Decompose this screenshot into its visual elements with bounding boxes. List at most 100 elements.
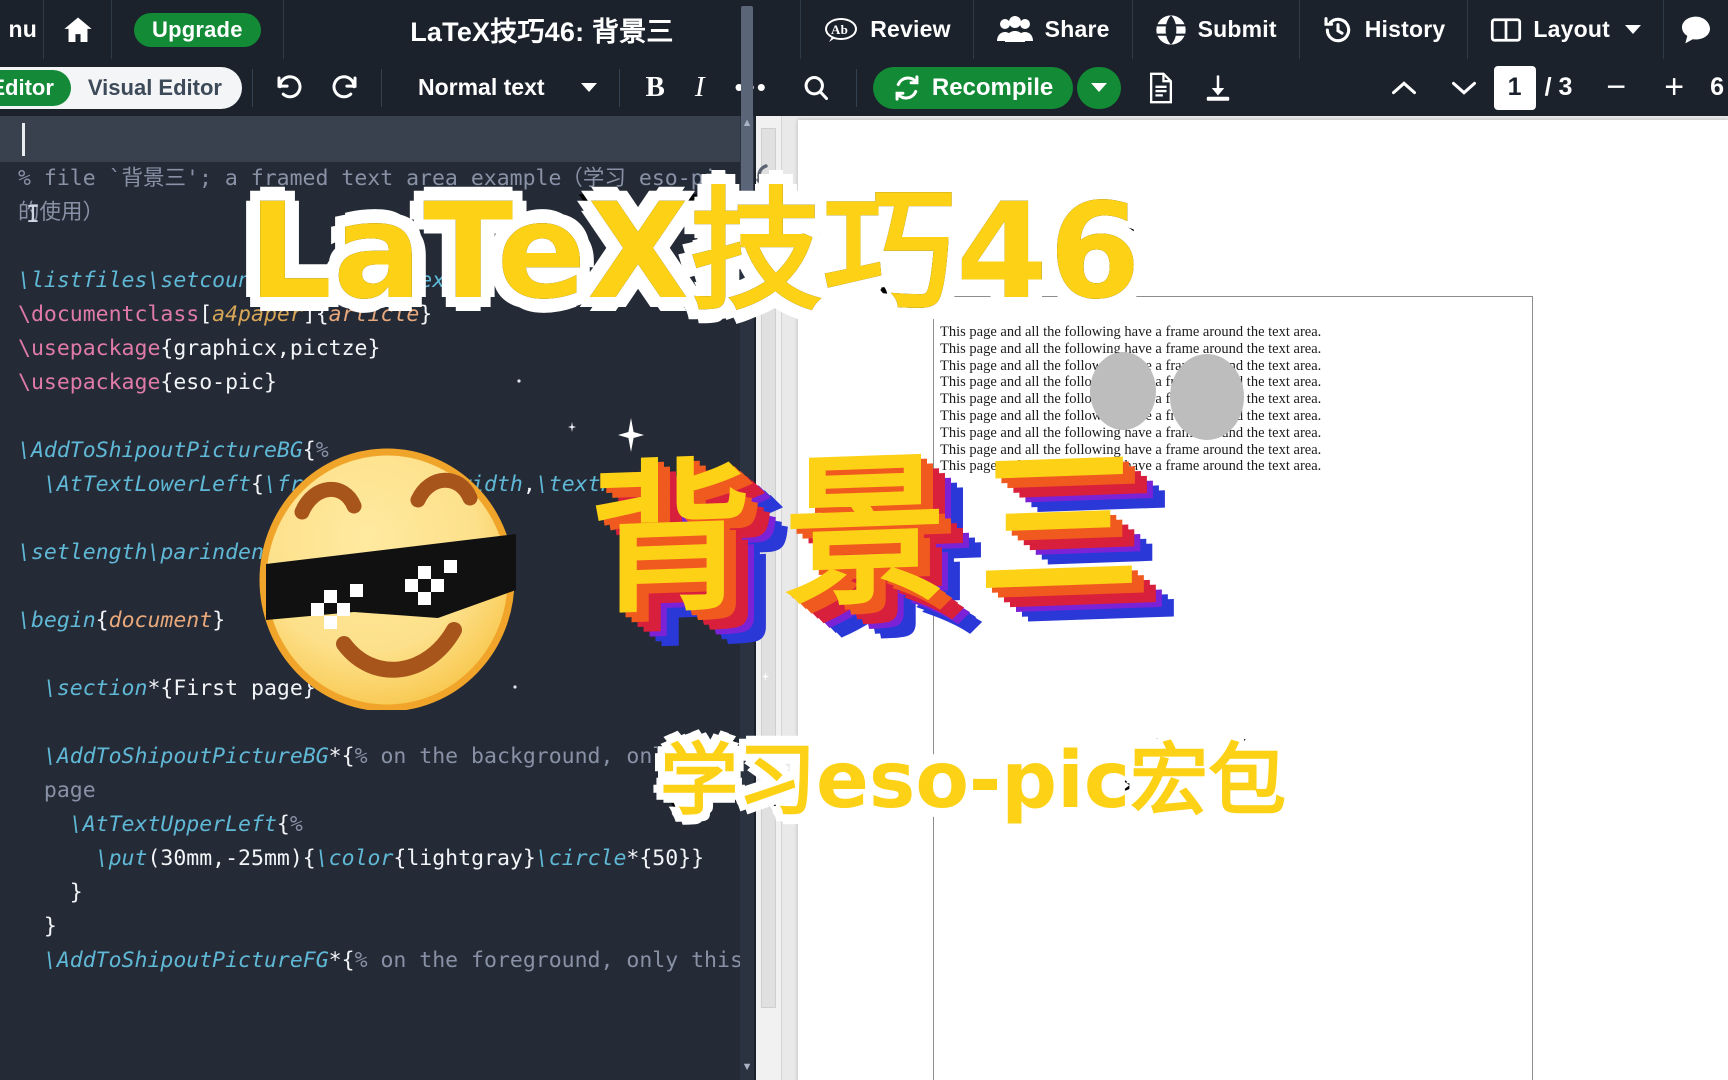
upgrade-label: Upgrade [134, 12, 261, 47]
bold-button[interactable]: B [630, 59, 681, 116]
overlay-title: LaTeX技巧46 [242, 175, 1148, 329]
code-token: \listfiles [18, 268, 148, 293]
code-token: \usepackage [18, 370, 161, 395]
pdf-text-line: This page and all the following have a f… [940, 340, 1322, 357]
text-cursor-ibeam: I [26, 202, 40, 228]
home-icon [61, 14, 95, 46]
code-token: \circle [535, 846, 627, 871]
menu-button[interactable]: nu [0, 0, 44, 59]
pdf-text-line: This page and all the following have a f… [940, 357, 1322, 374]
review-spellcheck-icon: Ab [823, 16, 859, 44]
code-token: [ [199, 302, 213, 327]
redo-icon [329, 73, 359, 103]
chat-bubble-icon [1678, 14, 1714, 46]
text-style-select[interactable]: Normal text [392, 59, 609, 116]
editor-code-line: \AddToShipoutPictureFG*{% on the foregro… [18, 944, 752, 978]
toolbar-divider-1 [251, 68, 253, 107]
editor-cursor-line [0, 116, 752, 162]
next-page-button[interactable] [1434, 59, 1494, 116]
recompile-button[interactable]: Recompile [872, 66, 1074, 109]
history-label: History [1364, 16, 1446, 42]
code-token: \setlength [18, 540, 148, 565]
editor-code-line: \put(30mm,-25mm){\color{lightgray}\circl… [18, 842, 752, 876]
editor-code-line: } [18, 876, 752, 910]
chat-button[interactable] [1664, 0, 1728, 59]
code-token: } [18, 880, 83, 905]
recompile-label: Recompile [931, 73, 1054, 101]
undo-button[interactable] [263, 59, 317, 116]
code-token: {graphicx,pictze} [160, 336, 381, 361]
download-pdf-button[interactable] [1189, 59, 1247, 116]
code-token: *{50}} [626, 846, 705, 871]
tab-visual-editor[interactable]: Visual Editor [71, 70, 239, 106]
pdf-gray-circle-1 [1090, 352, 1156, 430]
redo-button[interactable] [317, 59, 371, 116]
share-button[interactable]: Share [974, 0, 1133, 59]
editor-mode-switch[interactable]: e Editor Visual Editor [0, 66, 242, 109]
upgrade-button[interactable]: Upgrade [112, 0, 284, 59]
overlay-subtitle: 背景三 [590, 428, 1172, 638]
editor-scroll-down-arrow[interactable]: ▼ [742, 1061, 753, 1073]
zoom-level-label: 6 [1702, 59, 1728, 116]
pdf-gray-circle-2 [1170, 354, 1244, 440]
code-token: , [522, 472, 536, 497]
editor-code-line: \AtTextUpperLeft{% [18, 808, 752, 842]
code-token: % [289, 812, 303, 837]
review-button[interactable]: Ab Review [801, 0, 974, 59]
editor-code-line [18, 706, 752, 740]
history-button[interactable]: History [1300, 0, 1469, 59]
zoom-level-value: 6 [1710, 73, 1724, 101]
code-token: \AtTextUpperLeft [18, 812, 277, 837]
zoom-in-label: + [1664, 68, 1685, 106]
code-token: \AtTextLowerLeft [18, 472, 251, 497]
editor-code-line: page [18, 774, 752, 808]
code-token: } [18, 914, 57, 939]
zoom-out-button[interactable]: − [1586, 59, 1646, 116]
search-button[interactable] [784, 59, 848, 116]
svg-text:Ab: Ab [831, 22, 848, 37]
download-pdf-icon [1203, 73, 1233, 103]
chevron-up-icon [1390, 78, 1418, 98]
share-people-icon [996, 15, 1034, 44]
home-button[interactable] [44, 0, 112, 59]
zoom-in-button[interactable]: + [1646, 59, 1702, 116]
editor-scroll-up-arrow[interactable]: ▲ [742, 117, 753, 129]
code-token: \AddToShipoutPictureBG [18, 744, 329, 769]
page-total-label: / 3 [1544, 73, 1573, 101]
recompile-refresh-icon [893, 74, 921, 102]
logs-button[interactable] [1133, 59, 1189, 116]
sunglasses-smiley-sticker [258, 448, 516, 712]
italic-label: I [694, 71, 705, 103]
sparkle-decoration-dot-1 [516, 378, 522, 384]
code-token: *{ [328, 744, 355, 769]
review-label: Review [870, 16, 951, 42]
layout-button[interactable]: Layout [1468, 0, 1664, 59]
previous-page-button[interactable] [1374, 59, 1434, 116]
code-token: } [212, 608, 226, 633]
submit-globe-icon [1155, 14, 1187, 46]
chevron-down-icon [1625, 25, 1641, 34]
page-number-input[interactable]: 1 [1493, 65, 1536, 110]
code-token: document [108, 608, 213, 633]
document-logs-icon [1147, 72, 1175, 104]
chevron-down-icon [1091, 83, 1108, 92]
search-icon [802, 74, 830, 102]
submit-button[interactable]: Submit [1133, 0, 1300, 59]
undo-icon [275, 73, 305, 103]
code-token: { [276, 812, 290, 837]
tab-code-editor[interactable]: e Editor [0, 69, 71, 106]
layout-columns-icon [1490, 16, 1522, 44]
recompile-options-button[interactable] [1077, 66, 1122, 109]
editor-code-line: } [18, 910, 752, 944]
submit-label: Submit [1197, 16, 1277, 42]
chevron-down-icon [1450, 78, 1478, 98]
overlay-footer: 学习eso-pic宏包 [655, 736, 1290, 826]
menu-label: nu [8, 16, 37, 42]
code-token: *{ [328, 948, 355, 973]
italic-button[interactable]: I [681, 59, 719, 116]
code-token: { [95, 608, 109, 633]
code-token: {eso-pic} [160, 370, 277, 395]
app-root: nu Upgrade LaTeX技巧46: 背景三 Ab Review Shar… [0, 0, 1728, 1080]
sparkle-decoration-small [568, 422, 576, 432]
project-title: LaTeX技巧46: 背景三 [284, 0, 802, 59]
